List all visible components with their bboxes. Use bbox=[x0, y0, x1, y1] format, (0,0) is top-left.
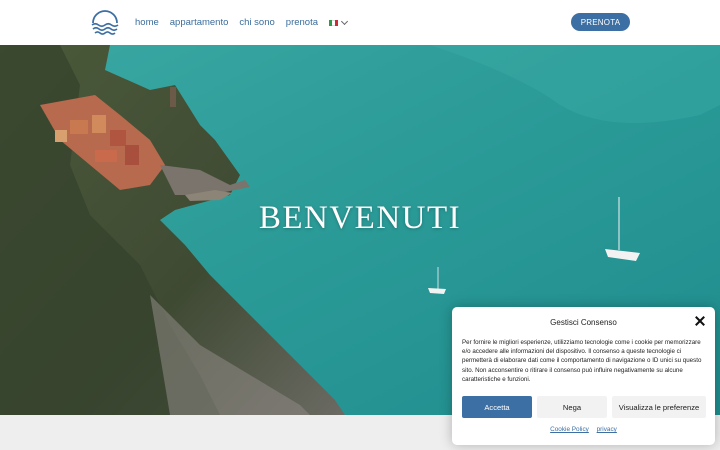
close-icon[interactable] bbox=[695, 316, 705, 326]
consent-links: Cookie Policy privacy bbox=[452, 426, 715, 433]
accept-button[interactable]: Accetta bbox=[462, 396, 532, 418]
main-nav: home appartamento chi sono prenota bbox=[135, 17, 349, 28]
cookie-policy-link[interactable]: Cookie Policy bbox=[550, 426, 589, 433]
logo-waves-icon[interactable] bbox=[90, 8, 120, 38]
hero-title: BENVENUTI bbox=[258, 200, 462, 236]
it-flag-icon bbox=[329, 19, 339, 26]
consent-text: Per fornire le migliori esperienze, util… bbox=[462, 339, 702, 383]
nav-appartamento-link[interactable]: appartamento bbox=[170, 17, 229, 28]
nav-home-link[interactable]: home bbox=[135, 17, 159, 28]
nav-prenota-link[interactable]: prenota bbox=[286, 17, 318, 28]
cookie-consent-dialog: Gestisci Consenso Per fornire le miglior… bbox=[452, 307, 715, 445]
chevron-down-icon bbox=[340, 17, 349, 25]
privacy-link[interactable]: privacy bbox=[597, 426, 617, 433]
consent-buttons: Accetta Nega Visualizza le preferenze bbox=[462, 396, 706, 418]
consent-title: Gestisci Consenso bbox=[550, 318, 617, 327]
prenota-button[interactable]: PRENOTA bbox=[571, 13, 630, 31]
language-switcher[interactable] bbox=[329, 17, 349, 26]
view-preferences-button[interactable]: Visualizza le preferenze bbox=[612, 396, 706, 418]
nav-chi-sono-link[interactable]: chi sono bbox=[239, 17, 274, 28]
deny-button[interactable]: Nega bbox=[537, 396, 607, 418]
site-header: home appartamento chi sono prenota PRENO… bbox=[0, 0, 720, 45]
